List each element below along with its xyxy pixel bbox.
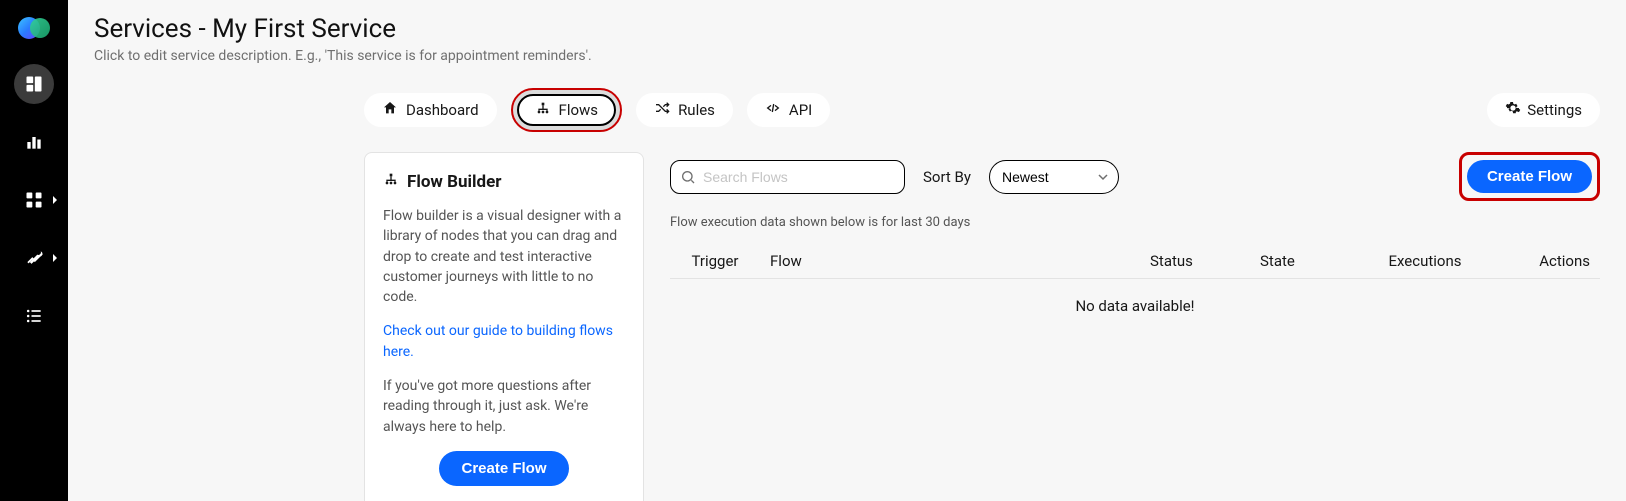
- rail-item-analytics[interactable]: [14, 122, 54, 162]
- flow-builder-description: Flow builder is a visual designer with a…: [383, 206, 625, 307]
- rail-item-apps[interactable]: [14, 180, 54, 220]
- shuffle-icon: [654, 100, 670, 120]
- tab-label: Rules: [678, 101, 715, 119]
- flow-builder-card: Flow Builder Flow builder is a visual de…: [364, 152, 644, 501]
- flow-builder-help-text: If you've got more questions after readi…: [383, 376, 625, 437]
- tab-dashboard[interactable]: Dashboard: [364, 93, 497, 127]
- empty-message: No data available!: [670, 279, 1600, 334]
- search-wrap: [670, 160, 905, 194]
- tab-api[interactable]: API: [747, 93, 830, 127]
- caret-right-icon: [50, 251, 60, 267]
- rail-item-dashboard[interactable]: [14, 64, 54, 104]
- flows-toolbar: Sort By Newest Create Flow: [670, 152, 1600, 201]
- rail-item-tools[interactable]: [14, 238, 54, 278]
- flows-hint: Flow execution data shown below is for l…: [670, 215, 1600, 230]
- flows-table: Trigger Flow Status State Executions Act…: [670, 244, 1600, 333]
- settings-button[interactable]: Settings: [1487, 93, 1600, 127]
- caret-right-icon: [50, 193, 60, 209]
- tab-label: Flows: [559, 101, 599, 119]
- tab-label: API: [789, 101, 812, 119]
- table-empty-row: No data available!: [670, 279, 1600, 334]
- flow-icon: [383, 171, 399, 192]
- search-input[interactable]: [670, 160, 905, 194]
- create-flow-button[interactable]: Create Flow: [1467, 160, 1592, 193]
- table-header-row: Trigger Flow Status State Executions Act…: [670, 244, 1600, 279]
- gear-icon: [1505, 100, 1521, 120]
- tab-rules[interactable]: Rules: [636, 93, 733, 127]
- tab-label: Dashboard: [406, 101, 479, 119]
- page-title[interactable]: Services - My First Service: [94, 14, 1600, 44]
- code-icon: [765, 100, 781, 120]
- tab-flows[interactable]: Flows: [517, 94, 617, 126]
- flow-builder-guide-link[interactable]: Check out our guide to building flows he…: [383, 323, 613, 359]
- sort-select[interactable]: Newest: [989, 160, 1119, 194]
- flow-builder-title-text: Flow Builder: [407, 172, 501, 192]
- sortby-label: Sort By: [923, 168, 971, 186]
- create-flow-card-button[interactable]: Create Flow: [439, 451, 568, 486]
- page-subtitle[interactable]: Click to edit service description. E.g.,…: [94, 48, 1600, 64]
- home-icon: [382, 100, 398, 120]
- sort-select-wrap: Newest: [989, 160, 1119, 194]
- col-state: State: [1250, 244, 1360, 279]
- col-flow: Flow: [760, 244, 1140, 279]
- flows-area: Sort By Newest Create Flow Flow: [670, 152, 1600, 333]
- flow-builder-title: Flow Builder: [383, 171, 625, 192]
- settings-label: Settings: [1527, 101, 1582, 119]
- left-rail: [0, 0, 68, 501]
- col-executions: Executions: [1360, 244, 1490, 279]
- tab-flows-highlight: Flows: [511, 88, 623, 132]
- main-content: Services - My First Service Click to edi…: [68, 0, 1626, 501]
- col-status: Status: [1140, 244, 1250, 279]
- flow-icon: [535, 100, 551, 120]
- col-actions: Actions: [1490, 244, 1600, 279]
- create-flow-highlight: Create Flow: [1459, 152, 1600, 201]
- col-trigger: Trigger: [670, 244, 760, 279]
- webex-logo: [16, 10, 52, 46]
- rail-item-list[interactable]: [14, 296, 54, 336]
- tabbar: Dashboard Flows Rules: [364, 88, 1600, 132]
